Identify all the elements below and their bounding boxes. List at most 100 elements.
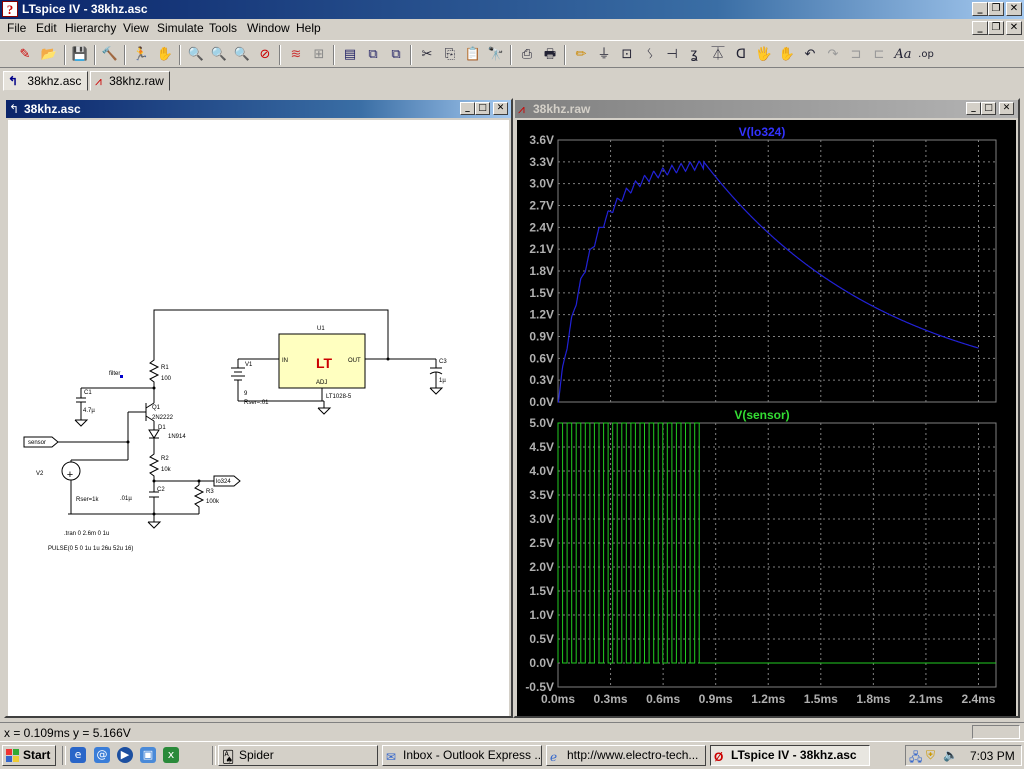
find-icon[interactable]: 🔭 [486,45,506,65]
volume-icon[interactable]: 🔈 [943,748,958,762]
wire-icon[interactable]: ✏ [571,45,591,65]
tab-label: 38khz.raw [109,74,164,88]
print-preview-icon[interactable]: ⎙ [517,45,537,65]
x-tick-label: 1.5ms [804,692,838,706]
move-icon[interactable]: 🖐 [754,45,774,65]
pan-icon[interactable]: 🔍 [209,45,229,65]
ground-icon[interactable]: ⏚ [594,45,614,65]
drag-icon[interactable]: ✋ [777,45,797,65]
undo-icon[interactable]: ↶ [800,45,820,65]
redo-icon[interactable]: ↷ [823,45,843,65]
resistor-icon[interactable]: ᛊ [640,45,660,65]
waveform-title-bar[interactable]: 38khz.raw [515,100,1018,118]
copy-icon[interactable]: ⎘ [440,45,460,65]
status-panel [972,725,1020,739]
open-icon[interactable]: 📂 [39,45,59,65]
tab-waveform[interactable]: ⩘ 38khz.raw [90,71,170,91]
control-panel-icon[interactable]: 🔨 [100,45,120,65]
autorange-icon[interactable]: ≋ [286,45,306,65]
q1-part: 2N2222 [152,415,174,421]
outlook-quicklaunch-icon[interactable]: @ [94,747,110,763]
close-button[interactable]: ✕ [1006,2,1022,16]
restore-button[interactable]: ❐ [988,2,1004,16]
task-outlook[interactable]: ✉ Inbox - Outlook Express ... [382,745,542,766]
waveform-window[interactable]: 38khz.raw ⩘ _ □ ✕ V(lo324) V(sensor) 3.6… [513,98,1020,718]
menu-help[interactable]: Help [296,21,321,35]
mdi-minimize-button[interactable]: _ [972,21,988,35]
save-icon[interactable]: 💾 [70,45,90,65]
menu-file[interactable]: File [7,21,26,35]
print-icon[interactable]: 🖶 [540,45,560,65]
y-tick-label: 0.5V [529,632,554,646]
media-player-quicklaunch-icon[interactable]: ▶ [117,747,133,763]
schematic-window[interactable]: 38khz.asc ↰ _ □ ✕ + LT U1 IN OUT ADJ LT1… [4,98,513,718]
mirror-icon[interactable]: ⊏ [869,45,889,65]
text-icon[interactable]: Aa [893,45,913,65]
schematic-canvas[interactable]: + LT U1 IN OUT ADJ LT1028-5 V1 9 Rser=.0… [8,120,509,716]
cascade-icon[interactable]: ⧉ [363,45,383,65]
tab-schematic[interactable]: ↰ 38khz.asc [3,71,88,91]
diode-icon[interactable]: ⏄ [708,45,728,65]
task-spider[interactable]: 🂡 Spider [218,745,378,766]
x-tick-label: 1.2ms [751,692,785,706]
u1-out-label: OUT [348,358,361,364]
capacitor-icon[interactable]: ⊣ [662,45,682,65]
ltspice-logo-icon[interactable]: ? [2,1,18,17]
mdi-restore-button[interactable]: ❐ [988,21,1004,35]
zoom-fit-icon[interactable]: ⊘ [255,45,275,65]
new-schematic-icon[interactable]: ✎ [15,45,35,65]
zoom-in-icon[interactable]: 🔍 [186,45,206,65]
task-ltspice[interactable]: Ø LTspice IV - 38khz.asc [710,745,870,766]
paste-icon[interactable]: 📋 [463,45,483,65]
bottom-trace-label[interactable]: V(sensor) [734,408,789,422]
network-icon[interactable]: 🖧 [909,748,922,769]
security-icon[interactable]: ⛨ [926,748,935,763]
minimize-button[interactable]: _ [972,2,988,16]
waveform-canvas[interactable]: V(lo324) V(sensor) 3.6V 3.3V 3.0V 2.7V 2.4V 2… [517,120,1016,716]
top-trace-label[interactable]: V(lo324) [739,125,786,139]
spice-directive-icon[interactable]: .op [916,45,936,65]
waveform-minimize-button[interactable]: _ [966,102,981,115]
zoom-out-icon[interactable]: 🔍 [232,45,252,65]
run-icon[interactable]: 🏃 [131,45,151,65]
menu-edit[interactable]: Edit [36,21,57,35]
y-tick-label: 3.0V [529,512,554,526]
y-tick-label: 0.9V [529,330,554,344]
toolbar-separator [179,45,181,65]
tile-horizontal-icon[interactable]: ▤ [340,45,360,65]
schematic-maximize-button[interactable]: □ [475,102,490,115]
y-tick-label: 1.5V [529,286,554,300]
menu-view[interactable]: View [123,21,149,35]
component-icon[interactable]: ᗡ [731,45,751,65]
waveform-close-button[interactable]: ✕ [999,102,1014,115]
grid-icon[interactable]: ⊞ [309,45,329,65]
label-net-icon[interactable]: ⊡ [617,45,637,65]
task-label: Spider [239,748,274,762]
tile-vertical-icon[interactable]: ⧉ [386,45,406,65]
menu-simulate[interactable]: Simulate [157,21,204,35]
menu-hierarchy[interactable]: Hierarchy [65,21,116,35]
x-tick-label: 0.9ms [699,692,733,706]
schematic-title-bar[interactable]: 38khz.asc [6,100,511,118]
lo324-flag-label: lo324 [216,479,231,485]
rotate-icon[interactable]: ⊐ [846,45,866,65]
v1-label: V1 [245,362,253,368]
u1-adj-label: ADJ [316,380,327,386]
inductor-icon[interactable]: ʓ [684,45,704,65]
excel-quicklaunch-icon[interactable]: x [163,747,179,763]
mdi-close-button[interactable]: ✕ [1006,21,1022,35]
schematic-close-button[interactable]: ✕ [493,102,508,115]
c3-label: C3 [439,359,447,365]
cut-icon[interactable]: ✂ [417,45,437,65]
menu-window[interactable]: Window [247,21,290,35]
task-browser[interactable]: ℯ http://www.electro-tech... [546,745,706,766]
outlook-icon: ✉ [386,750,397,764]
waveform-maximize-button[interactable]: □ [981,102,996,115]
desktop-quicklaunch-icon[interactable]: ▣ [140,747,156,763]
ie-quicklaunch-icon[interactable]: e [70,747,86,763]
toolbar-separator [94,45,96,65]
start-button[interactable]: Start [2,745,56,766]
menu-tools[interactable]: Tools [209,21,237,35]
halt-icon[interactable]: ✋ [155,45,175,65]
schematic-minimize-button[interactable]: _ [460,102,475,115]
